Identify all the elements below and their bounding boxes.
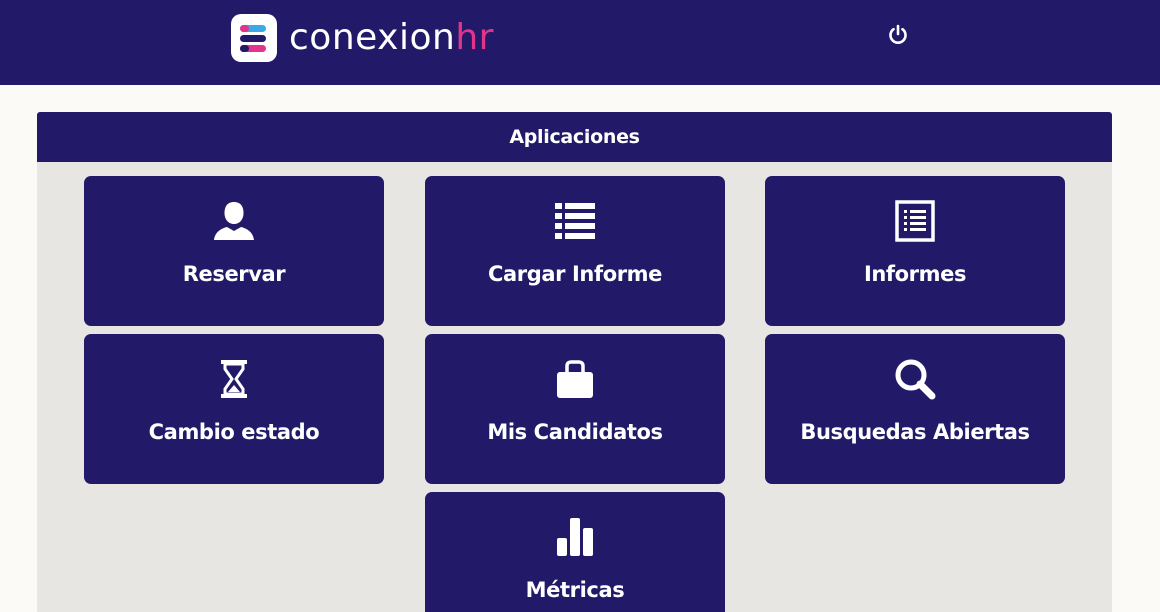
brand-name-main: conexion [289, 17, 456, 58]
briefcase-icon [557, 360, 593, 398]
brand-name-accent: hr [455, 17, 494, 58]
app-tile-reservar[interactable]: Reservar [84, 176, 384, 326]
app-tile-informes[interactable]: Informes [765, 176, 1065, 326]
list-icon [555, 203, 595, 239]
tile-label: Cambio estado [148, 420, 320, 444]
app-tile-cargar-informe[interactable]: Cargar Informe [425, 176, 725, 326]
tile-label: Busquedas Abiertas [800, 420, 1030, 444]
tile-label: Cargar Informe [487, 262, 663, 286]
tile-label: Informes [863, 262, 967, 286]
tile-label: Mis Candidatos [487, 420, 663, 444]
logo-mark-icon [231, 14, 277, 62]
app-tile-cambio-estado[interactable]: Cambio estado [84, 334, 384, 484]
hourglass-icon [221, 360, 247, 398]
app-tile-metricas[interactable]: Métricas [425, 492, 725, 612]
app-tile-busquedas-abiertas[interactable]: Busquedas Abiertas [765, 334, 1065, 484]
brand-logo[interactable]: conexionhr [231, 14, 494, 62]
user-icon [214, 202, 254, 240]
brand-name: conexionhr [289, 14, 494, 62]
tile-label: Reservar [182, 262, 286, 286]
search-icon [895, 359, 936, 400]
app-tile-mis-candidatos[interactable]: Mis Candidatos [425, 334, 725, 484]
panel-title: Aplicaciones [37, 112, 1112, 162]
bar-chart-icon [557, 518, 593, 556]
applications-panel: Aplicaciones Reservar Cargar Informe Inf… [37, 112, 1112, 612]
power-icon [889, 24, 907, 44]
document-list-icon [895, 200, 935, 242]
top-navbar: conexionhr [0, 0, 1160, 85]
logout-button[interactable] [884, 21, 912, 49]
tile-label: Métricas [525, 578, 625, 602]
